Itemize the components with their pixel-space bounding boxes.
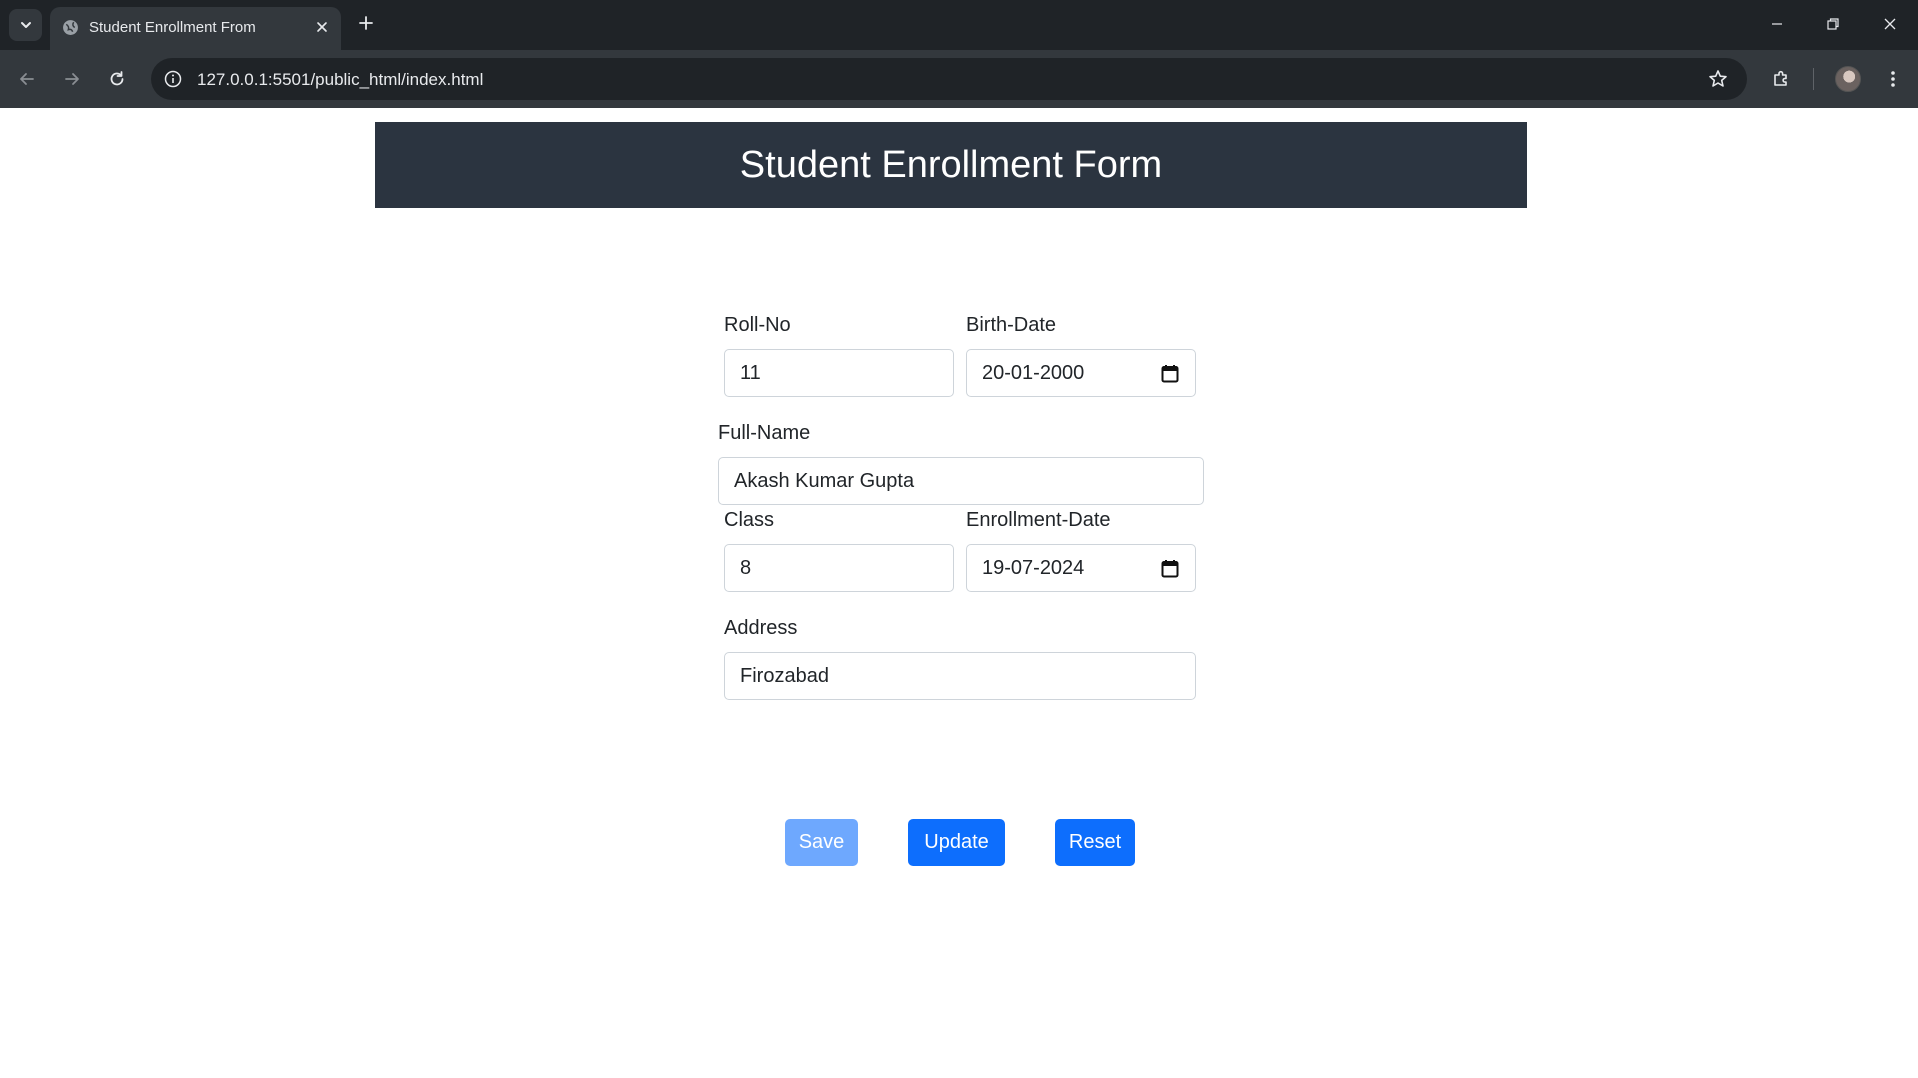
restore-icon <box>1827 18 1839 30</box>
birth-date-label: Birth-Date <box>966 314 1057 336</box>
roll-no-input[interactable]: 11 <box>724 349 954 397</box>
browser-toolbar: 127.0.0.1:5501/public_html/index.html <box>0 50 1918 108</box>
tab-title: Student Enrollment From <box>89 19 256 36</box>
calendar-icon[interactable] <box>1161 559 1179 578</box>
class-value: 8 <box>740 556 752 579</box>
birth-date-input[interactable]: 20-01-2000 <box>966 349 1196 397</box>
class-label: Class <box>724 509 775 531</box>
bookmark-button[interactable] <box>1707 68 1729 90</box>
roll-no-value: 11 <box>740 361 761 384</box>
full-name-input[interactable]: Akash Kumar Gupta <box>718 457 1204 505</box>
close-icon <box>1884 18 1896 30</box>
page-header: Student Enrollment Form <box>375 122 1527 208</box>
address-input[interactable]: Firozabad <box>724 652 1196 700</box>
info-icon <box>164 70 182 88</box>
plus-icon <box>359 16 373 30</box>
profile-avatar[interactable] <box>1835 66 1861 92</box>
new-tab-button[interactable] <box>354 11 378 35</box>
extensions-button[interactable] <box>1767 65 1795 93</box>
reload-button[interactable] <box>103 65 131 93</box>
url-text[interactable]: 127.0.0.1:5501/public_html/index.html <box>197 70 483 90</box>
arrow-left-icon <box>20 73 34 85</box>
arrow-right-icon <box>65 73 79 85</box>
page-content: Student Enrollment Form Roll-No 11 Birth… <box>0 108 1918 1078</box>
close-window-button[interactable] <box>1878 12 1902 36</box>
enrollment-date-value: 19-07-2024 <box>982 556 1085 579</box>
browser-tab-active[interactable]: Student Enrollment From <box>50 7 341 50</box>
save-button[interactable]: Save <box>785 819 858 866</box>
full-name-value: Akash Kumar Gupta <box>734 469 915 492</box>
menu-button[interactable] <box>1879 65 1907 93</box>
browser-tab-strip: Student Enrollment From <box>0 0 1918 50</box>
page-title: Student Enrollment Form <box>739 143 1163 186</box>
tab-close-button[interactable] <box>312 17 332 37</box>
calendar-icon[interactable] <box>1161 364 1179 383</box>
restore-button[interactable] <box>1821 12 1845 36</box>
address-label: Address <box>724 617 798 639</box>
class-input[interactable]: 8 <box>724 544 954 592</box>
reload-icon <box>110 71 124 86</box>
tab-search-button[interactable] <box>9 9 42 41</box>
birth-date-value: 20-01-2000 <box>982 361 1085 384</box>
full-name-label: Full-Name <box>718 422 811 444</box>
address-bar[interactable]: 127.0.0.1:5501/public_html/index.html <box>151 58 1747 100</box>
site-info-button[interactable] <box>162 68 184 90</box>
roll-no-label: Roll-No <box>724 314 791 336</box>
puzzle-icon <box>1774 70 1787 86</box>
update-button[interactable]: Update <box>908 819 1005 866</box>
more-vert-icon <box>1891 71 1895 87</box>
enrollment-date-input[interactable]: 19-07-2024 <box>966 544 1196 592</box>
toolbar-divider <box>1813 68 1814 90</box>
star-icon <box>1709 70 1727 87</box>
minimize-button[interactable] <box>1765 12 1789 36</box>
close-icon <box>317 22 327 32</box>
back-button[interactable] <box>13 65 41 93</box>
address-value: Firozabad <box>740 664 829 687</box>
reset-button[interactable]: Reset <box>1055 819 1135 866</box>
chevron-down-icon <box>20 22 31 28</box>
globe-icon <box>63 20 78 35</box>
enrollment-date-label: Enrollment-Date <box>966 509 1111 531</box>
forward-button[interactable] <box>58 65 86 93</box>
minimize-icon <box>1772 23 1782 25</box>
